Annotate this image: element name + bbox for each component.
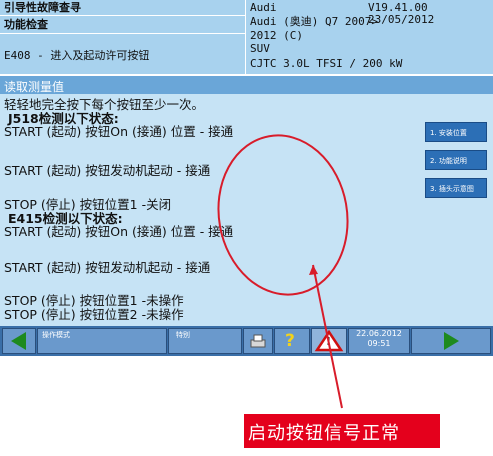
e415-start-engine: START (起动) 按钮发动机起动 - 接通 [4,260,211,275]
e415-start-on: START (起动) 按钮On (接通) 位置 - 接通 [4,224,234,239]
print-button[interactable] [243,328,273,354]
e415-stop-pos1: STOP (停止) 按钮位置1 -未操作 [4,293,184,308]
arrow-left-icon [11,332,26,350]
vehicle-year: 2012 (C) [250,29,303,42]
section-title: 读取测量值 [4,80,65,94]
e415-stop-pos2: STOP (停止) 按钮位置2 -未操作 [4,307,184,322]
time-label: 09:51 [367,339,391,348]
help-icon: ? [285,331,295,351]
instruction-line: 轻轻地完全按下每个按钮至少一次。 [4,97,205,112]
callout-text: 启动按钮信号正常 [248,423,400,444]
j518-stop-pos1: STOP (停止) 按钮位置1 -关闭 [4,197,172,212]
j518-start-engine: START (起动) 按钮发动机起动 - 接通 [4,163,211,178]
operating-mode-label: 操作模式 [42,331,70,339]
vehicle-model: Audi (奥迪) Q7 2007> [250,15,378,28]
header-title: 引导性故障查寻 [4,1,81,14]
vehicle-engine: CJTC 3.0L TFSI / 200 kW [250,57,403,70]
forward-button[interactable] [411,328,491,354]
j518-start-on: START (起动) 按钮On (接通) 位置 - 接通 [4,124,234,139]
function-description-button[interactable]: 2. 功能说明 [425,150,487,170]
install-location-button[interactable]: 1. 安装位置 [425,122,487,142]
software-version: V19.41.00 23/05/2012 [368,1,435,26]
date-label: 22.06.2012 [356,329,402,338]
header-subtitle: 功能检查 [4,18,48,31]
header-code: E408 - 进入及起动许可按钮 [4,49,150,62]
arrow-right-icon [444,332,459,350]
warning-button[interactable]: ! [311,328,347,354]
back-button[interactable] [2,328,36,354]
section-title-bar [0,76,493,94]
special-label: 特别 [176,331,190,339]
connector-diagram-button[interactable]: 3. 插头示意图 [425,178,487,198]
help-button[interactable]: ? [274,328,310,354]
vehicle-brand: Audi [250,1,277,14]
vehicle-body-type: SUV [250,42,270,55]
printer-icon [250,334,266,348]
